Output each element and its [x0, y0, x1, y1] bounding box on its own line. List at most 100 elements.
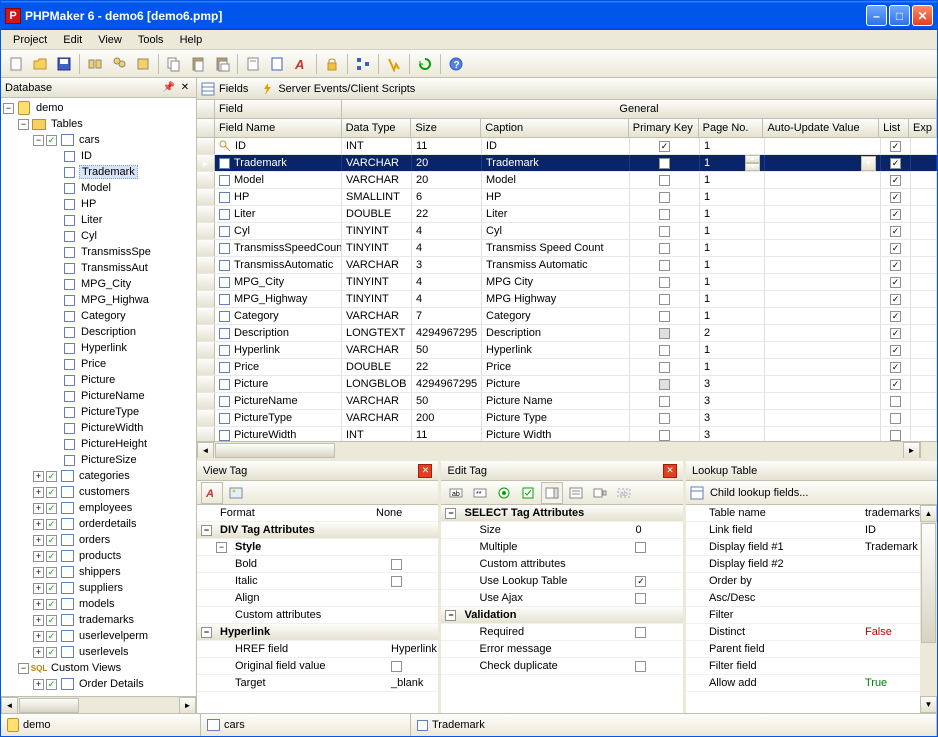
cell-pageno[interactable]: 1: [700, 138, 765, 154]
collapse-icon[interactable]: −: [201, 627, 212, 638]
row-handle[interactable]: [197, 325, 215, 341]
italic-checkbox[interactable]: [391, 576, 402, 587]
row-handle[interactable]: [197, 291, 215, 307]
format-text-icon[interactable]: A: [201, 482, 223, 504]
fields-grid[interactable]: IDINT11ID✓1✓▸TrademarkVARCHAR20Trademark…: [197, 138, 937, 441]
tree-node[interactable]: ID: [3, 148, 194, 164]
row-handle[interactable]: [197, 410, 215, 426]
row-handle[interactable]: [197, 393, 215, 409]
tree-node[interactable]: PictureSize: [3, 452, 194, 468]
help-icon[interactable]: ?: [445, 53, 467, 75]
cell-pageno[interactable]: 1: [700, 308, 765, 324]
minimize-button[interactable]: –: [866, 5, 887, 26]
tree-checkbox[interactable]: ✓: [46, 503, 57, 514]
tree-checkbox[interactable]: ✓: [46, 583, 57, 594]
pk-checkbox[interactable]: [659, 311, 670, 322]
pk-checkbox[interactable]: [659, 328, 670, 339]
tree-node[interactable]: +✓trademarks: [3, 612, 194, 628]
table-row[interactable]: HPSMALLINT6HP1✓: [197, 189, 937, 206]
tree-node[interactable]: +✓orderdetails: [3, 516, 194, 532]
menu-project[interactable]: Project: [5, 32, 55, 48]
database-tree[interactable]: −demo−Tables−✓carsIDTrademarkModelHPLite…: [1, 98, 196, 696]
tree-node[interactable]: PictureType: [3, 404, 194, 420]
list-checkbox[interactable]: ✓: [890, 226, 901, 237]
grid-header-field[interactable]: Field: [215, 100, 342, 118]
pk-checkbox[interactable]: [659, 413, 670, 424]
hidden-icon[interactable]: ab: [613, 482, 635, 504]
table-row[interactable]: IDINT11ID✓1✓: [197, 138, 937, 155]
table-row[interactable]: TransmissAutomaticVARCHAR3Transmiss Auto…: [197, 257, 937, 274]
pk-checkbox[interactable]: [659, 209, 670, 220]
table-row[interactable]: PictureTypeVARCHAR200Picture Type3: [197, 410, 937, 427]
child-lookup-link[interactable]: Child lookup fields...: [710, 487, 808, 499]
cell-autoupdate[interactable]: [765, 291, 881, 307]
tree-node[interactable]: HP: [3, 196, 194, 212]
tab-fields[interactable]: Fields: [201, 82, 248, 96]
menu-edit[interactable]: Edit: [55, 32, 90, 48]
expand-icon[interactable]: −: [3, 103, 14, 114]
origfield-checkbox[interactable]: [391, 661, 402, 672]
row-handle[interactable]: ▸: [197, 155, 215, 171]
view-tag-props[interactable]: FormatNone −DIV Tag Attributes −Style Bo…: [197, 505, 438, 713]
cell-autoupdate[interactable]: [765, 410, 881, 426]
tree-checkbox[interactable]: ✓: [46, 631, 57, 642]
row-handle[interactable]: [197, 172, 215, 188]
expand-icon[interactable]: −: [18, 663, 29, 674]
list-checkbox[interactable]: [890, 413, 901, 424]
list-checkbox[interactable]: ✓: [890, 192, 901, 203]
cell-autoupdate[interactable]: [765, 342, 881, 358]
pk-checkbox[interactable]: [659, 243, 670, 254]
list-checkbox[interactable]: [890, 430, 901, 441]
row-handle[interactable]: [197, 189, 215, 205]
expand-icon[interactable]: +: [33, 471, 44, 482]
cell-caption[interactable]: MPG Highway: [482, 291, 630, 307]
pk-checkbox[interactable]: [659, 158, 670, 169]
list-checkbox[interactable]: ✓: [890, 260, 901, 271]
list-checkbox[interactable]: ✓: [890, 243, 901, 254]
password-icon[interactable]: **: [469, 482, 491, 504]
tree-checkbox[interactable]: ✓: [46, 535, 57, 546]
cell-autoupdate[interactable]: [765, 376, 881, 392]
tree-node[interactable]: PictureName: [3, 388, 194, 404]
cell-pageno[interactable]: 1▲▼: [700, 155, 765, 171]
tree-node[interactable]: +✓customers: [3, 484, 194, 500]
table-row[interactable]: CylTINYINT4Cyl1✓: [197, 223, 937, 240]
checkbox-icon[interactable]: [517, 482, 539, 504]
cell-pageno[interactable]: 1: [700, 240, 765, 256]
list-checkbox[interactable]: ✓: [890, 158, 901, 169]
cell-autoupdate[interactable]: [765, 138, 881, 154]
cell-caption[interactable]: MPG City: [482, 274, 630, 290]
list-checkbox[interactable]: ✓: [890, 294, 901, 305]
tree-node[interactable]: +✓products: [3, 548, 194, 564]
row-handle[interactable]: [197, 206, 215, 222]
expand-icon[interactable]: +: [33, 535, 44, 546]
tree-node[interactable]: Category: [3, 308, 194, 324]
menu-help[interactable]: Help: [172, 32, 211, 48]
pk-checkbox[interactable]: [659, 379, 670, 390]
cell-caption[interactable]: Hyperlink: [482, 342, 630, 358]
list-checkbox[interactable]: ✓: [890, 141, 901, 152]
cell-caption[interactable]: Model: [482, 172, 630, 188]
lock-icon[interactable]: [321, 53, 343, 75]
expand-icon[interactable]: +: [33, 567, 44, 578]
tree-node[interactable]: MPG_City: [3, 276, 194, 292]
expand-icon[interactable]: −: [33, 135, 44, 146]
expand-icon[interactable]: +: [33, 631, 44, 642]
edit-tag-props[interactable]: −SELECT Tag Attributes Size0 Multiple Cu…: [441, 505, 682, 713]
row-handle[interactable]: [197, 274, 215, 290]
collapse-icon[interactable]: −: [445, 610, 456, 621]
expand-icon[interactable]: +: [33, 519, 44, 530]
bold-checkbox[interactable]: [391, 559, 402, 570]
paste-icon[interactable]: [187, 53, 209, 75]
col-fieldname[interactable]: Field Name: [215, 119, 342, 137]
list-checkbox[interactable]: [890, 396, 901, 407]
row-handle[interactable]: [197, 342, 215, 358]
table-row[interactable]: PictureNameVARCHAR50Picture Name3: [197, 393, 937, 410]
tree-checkbox[interactable]: ✓: [46, 135, 57, 146]
row-handle[interactable]: [197, 359, 215, 375]
maximize-button[interactable]: □: [889, 5, 910, 26]
expand-icon[interactable]: +: [33, 551, 44, 562]
col-size[interactable]: Size: [411, 119, 481, 137]
list-checkbox[interactable]: ✓: [890, 328, 901, 339]
expand-icon[interactable]: +: [33, 647, 44, 658]
